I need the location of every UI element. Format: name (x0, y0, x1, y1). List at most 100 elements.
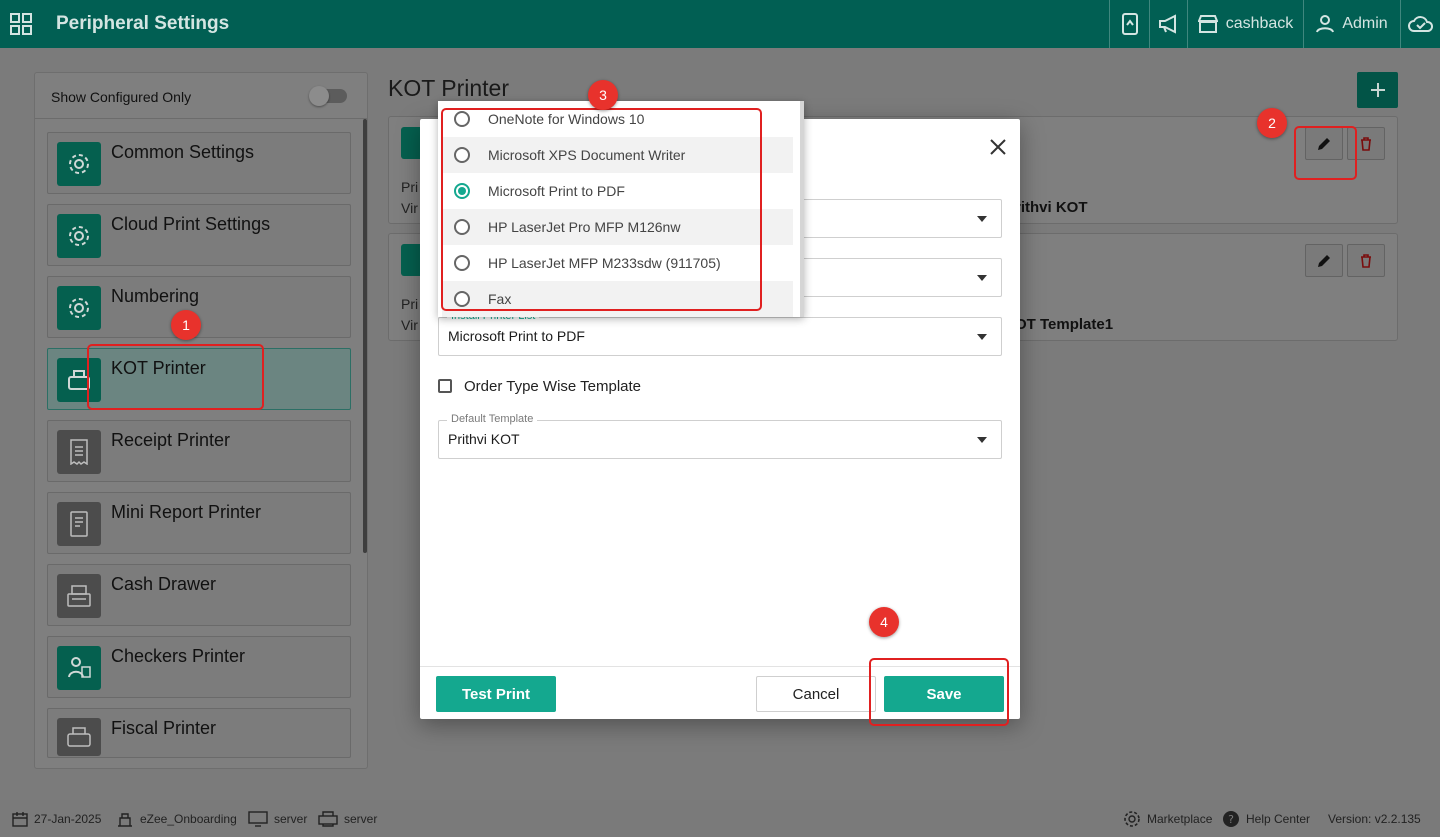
marketplace-link[interactable]: Marketplace (1123, 800, 1212, 837)
status-terminal: server (248, 800, 307, 837)
sidebar-item-cash-drawer[interactable]: Cash Drawer (47, 564, 351, 626)
edit-button[interactable] (1305, 244, 1343, 277)
default-template-label: Default Template (447, 413, 538, 425)
step-badge-2: 2 (1257, 108, 1287, 138)
top-bar: Peripheral Settings cashback Admin (0, 0, 1440, 48)
printer-text: server (344, 811, 378, 826)
gear-icon (57, 286, 101, 330)
step-badge-1: 1 (171, 310, 201, 340)
sidebar-scrollbar[interactable] (363, 119, 367, 553)
order-type-wise-template-row[interactable]: Order Type Wise Template (438, 377, 641, 395)
status-printer: server (318, 800, 377, 837)
sidebar-item-label: Mini Report Printer (111, 502, 262, 522)
trash-icon (1361, 253, 1371, 268)
monitor-icon (248, 810, 268, 827)
svg-text:?: ? (1228, 813, 1234, 826)
configured-only-row: Show Configured Only (35, 73, 367, 119)
page-title: Peripheral Settings (56, 13, 230, 34)
property-icon (118, 812, 132, 827)
printer-icon (318, 810, 338, 827)
megaphone-icon (1158, 14, 1176, 34)
highlight-kot-printer (87, 344, 264, 410)
help-center-link[interactable]: ? Help Center (1222, 800, 1310, 837)
cash-register-icon (57, 574, 101, 618)
step-badge-3: 3 (588, 80, 618, 110)
sidebar-item-receipt-printer[interactable]: Receipt Printer (47, 420, 351, 482)
report-icon (57, 502, 101, 546)
printer-type: Vir (401, 200, 418, 216)
status-date: 27-Jan-2025 (12, 800, 101, 837)
close-icon[interactable] (988, 137, 1008, 157)
mobile-icon (1121, 13, 1138, 35)
gear-icon (57, 214, 101, 258)
delete-button[interactable] (1347, 244, 1385, 277)
sidebar-item-label: Fiscal Printer (111, 718, 217, 738)
user-icon (1316, 15, 1335, 33)
help-icon: ? (1223, 810, 1239, 827)
cloud-sync-icon (1407, 16, 1433, 32)
printer-label: Pri (401, 296, 419, 312)
property-text: eZee_Onboarding (140, 811, 237, 826)
announcements-button[interactable] (1149, 0, 1187, 48)
printer-type: Vir (401, 317, 418, 333)
gear-icon (57, 142, 101, 186)
sidebar-item-label: Cash Drawer (111, 574, 217, 594)
store-icon (1197, 15, 1218, 33)
install-printer-select[interactable]: Install Printer List Microsoft Print to … (438, 310, 1002, 356)
printer-template: OT Template1 (1015, 316, 1114, 333)
cashback-button[interactable]: cashback (1187, 0, 1303, 48)
gear-icon (1124, 810, 1140, 827)
status-bar: 27-Jan-2025 eZee_Onboarding server serve… (0, 800, 1440, 837)
cancel-button[interactable]: Cancel (756, 676, 876, 712)
section-title: KOT Printer (388, 75, 509, 101)
highlight-edit-button (1294, 126, 1357, 180)
chevron-down-icon (977, 216, 987, 222)
order-type-checkbox[interactable] (438, 379, 452, 393)
sidebar-item-label: Checkers Printer (111, 646, 246, 666)
receipt-icon (57, 430, 101, 474)
marketplace-label: Marketplace (1147, 811, 1213, 826)
test-print-button[interactable]: Test Print (436, 676, 556, 712)
pencil-icon (1318, 254, 1330, 267)
apps-grid-icon[interactable] (10, 13, 32, 35)
settings-sidebar: Show Configured Only Common Settings Clo… (34, 72, 368, 769)
calendar-icon (12, 811, 28, 827)
cashback-label: cashback (1225, 15, 1294, 32)
default-template-value: Prithvi KOT (448, 431, 520, 447)
dropdown-scrollbar[interactable] (800, 101, 804, 317)
sidebar-item-cloud-print-settings[interactable]: Cloud Print Settings (47, 204, 351, 266)
configured-only-toggle[interactable] (309, 86, 347, 106)
step-badge-4: 4 (869, 607, 899, 637)
install-printer-value: Microsoft Print to PDF (448, 328, 585, 344)
help-center-label: Help Center (1246, 811, 1311, 826)
order-type-label: Order Type Wise Template (464, 377, 642, 395)
sidebar-item-label: Numbering (111, 286, 200, 306)
sidebar-item-mini-report-printer[interactable]: Mini Report Printer (47, 492, 351, 554)
chevron-down-icon (977, 275, 987, 281)
fiscal-printer-icon (57, 718, 101, 756)
terminal-text: server (274, 811, 308, 826)
admin-label: Admin (1342, 15, 1388, 32)
admin-menu[interactable]: Admin (1303, 0, 1400, 48)
chevron-down-icon (977, 437, 987, 443)
version-text: Version: v2.2.135 (1328, 811, 1421, 826)
default-template-select[interactable]: Default Template Prithvi KOT (438, 413, 1002, 459)
sidebar-item-fiscal-printer[interactable]: Fiscal Printer (47, 708, 351, 758)
cloud-sync-button[interactable] (1400, 0, 1440, 48)
configured-only-label: Show Configured Only (51, 89, 192, 105)
sidebar-item-checkers-printer[interactable]: Checkers Printer (47, 636, 351, 698)
date-text: 27-Jan-2025 (34, 811, 102, 826)
highlight-save-button (869, 658, 1009, 726)
chevron-down-icon (977, 334, 987, 340)
plus-icon (1370, 83, 1385, 97)
sidebar-item-label: Common Settings (111, 142, 255, 162)
trash-icon (1361, 136, 1371, 151)
printer-label: Pri (401, 179, 419, 195)
add-printer-button[interactable] (1357, 72, 1398, 108)
printer-template: rithvi KOT (1015, 199, 1088, 216)
sidebar-item-common-settings[interactable]: Common Settings (47, 132, 351, 194)
mobile-button[interactable] (1109, 0, 1149, 48)
sidebar-item-label: Receipt Printer (111, 430, 231, 450)
highlight-printer-list (441, 108, 762, 311)
sidebar-item-label: Cloud Print Settings (111, 214, 271, 234)
